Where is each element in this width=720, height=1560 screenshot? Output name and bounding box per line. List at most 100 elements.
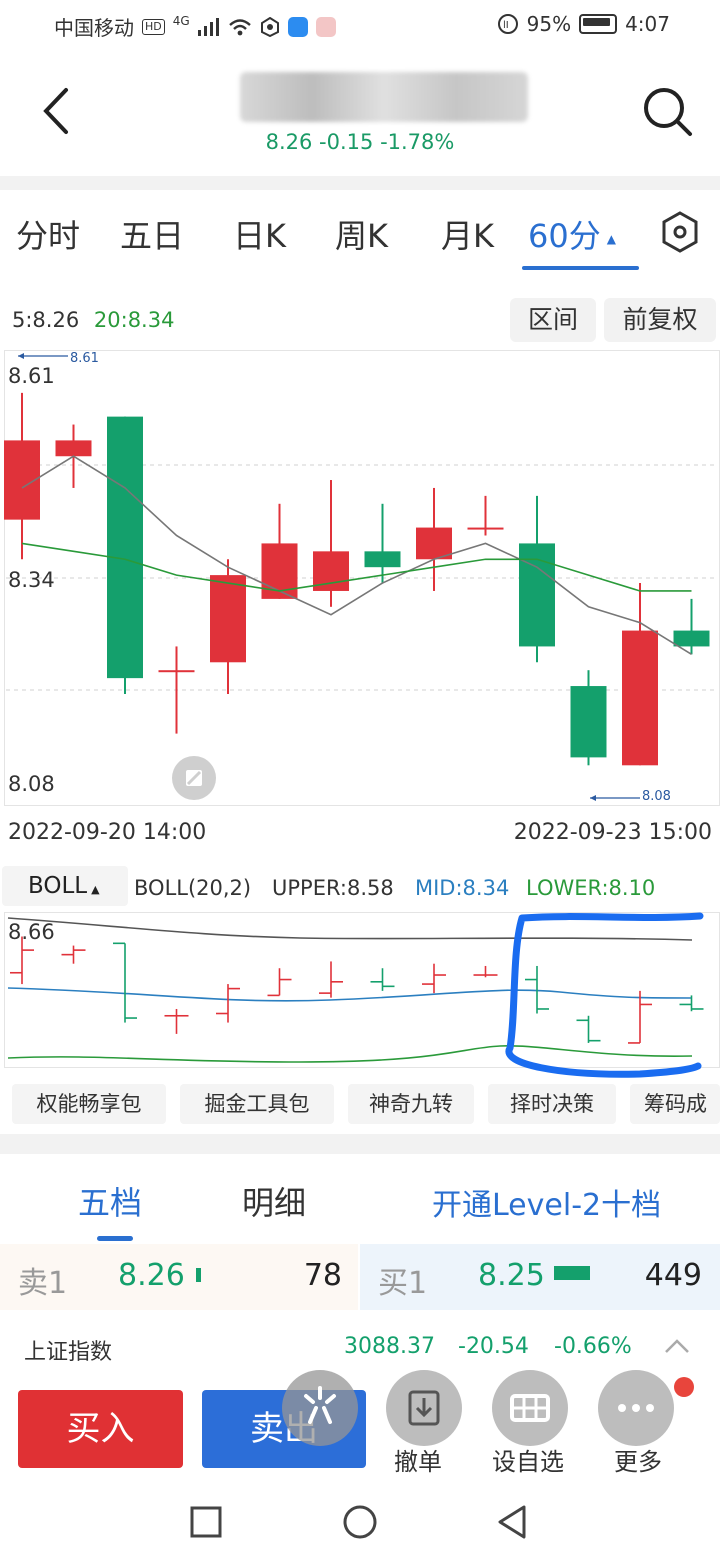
buy1-volume-bar: [554, 1266, 590, 1280]
x-start-label: 2022-09-20 14:00: [8, 820, 207, 845]
buy-level-1[interactable]: 买1 8.25 449: [360, 1244, 720, 1310]
float-assistant-button[interactable]: [282, 1370, 358, 1446]
index-value: 3088.37: [344, 1334, 435, 1359]
network-label: 4G: [172, 13, 190, 28]
max-price-marker: 8.61: [70, 351, 99, 366]
candle-body-8: [416, 527, 452, 560]
boll-axis-top: 8.66: [8, 920, 55, 944]
boll-legend: BOLL ▲ BOLL(20,2) UPPER:8.58 MID:8.34 LOW…: [0, 866, 720, 910]
buy1-price: 8.25: [478, 1258, 545, 1293]
tab-five-levels[interactable]: 五档: [78, 1178, 142, 1224]
wifi-icon: [228, 18, 251, 35]
notification-dot: [674, 1377, 694, 1397]
min-price-marker: 8.08: [642, 789, 671, 804]
tool-button-juejin[interactable]: 掘金工具包: [180, 1084, 334, 1124]
tab-detail[interactable]: 明细: [242, 1178, 306, 1224]
recents-icon[interactable]: [190, 1506, 222, 1538]
add-watchlist-button[interactable]: [492, 1370, 568, 1446]
sell1-price: 8.26: [118, 1258, 185, 1293]
tool-button-jiuzhuan[interactable]: 神奇九转: [348, 1084, 474, 1124]
index-name: 上证指数: [24, 1340, 113, 1365]
add-watchlist-label: 设自选: [492, 1448, 564, 1476]
expand-icon[interactable]: [172, 756, 216, 800]
system-nav-bar: [0, 1488, 720, 1560]
x-end-label: 2022-09-23 15:00: [513, 820, 712, 845]
tool-button-chouma[interactable]: 筹码成: [630, 1084, 720, 1124]
section-divider-2: [0, 1134, 720, 1154]
candle-body-12: [622, 630, 658, 766]
notification-icon: [260, 16, 279, 37]
candle-body-4: [210, 575, 246, 663]
y-label-bottom: 8.08: [8, 772, 55, 796]
battery-percent: 95%: [526, 12, 572, 36]
candle-body-7: [364, 551, 401, 568]
tab-60min[interactable]: 60分 ▲: [528, 211, 616, 257]
stock-name-blurred: [240, 72, 528, 122]
back-arrow-icon[interactable]: [38, 86, 78, 136]
adjust-button[interactable]: 前复权: [604, 298, 716, 342]
buy-button[interactable]: 买入: [18, 1390, 183, 1468]
dropdown-triangle-icon: ▲: [91, 883, 100, 896]
cancel-order-icon: [408, 1390, 440, 1426]
chevron-up-icon[interactable]: [664, 1338, 690, 1354]
tab-day-k[interactable]: 日K: [233, 211, 286, 257]
index-percent: -0.66%: [554, 1334, 632, 1359]
orderbook-tabs: 五档 明细 开通Level-2十档: [0, 1160, 720, 1240]
ma20-value: 20:8.34: [93, 308, 175, 332]
candle-body-11: [570, 686, 607, 758]
cancel-order-button[interactable]: [386, 1370, 462, 1446]
candle-body-9: [467, 527, 504, 530]
battery-icon: [579, 14, 618, 34]
candle-body-1: [55, 440, 92, 457]
app-notification-icon: [287, 16, 308, 37]
hd-badge: HD: [142, 18, 165, 35]
home-icon[interactable]: [342, 1504, 378, 1540]
stock-quote: 8.26 -0.15 -1.78%: [265, 130, 455, 154]
sell1-volume-bar: [196, 1268, 201, 1282]
tool-button-zeshi[interactable]: 择时决策: [488, 1084, 616, 1124]
more-button[interactable]: [598, 1370, 674, 1446]
active-tab-underline: [522, 266, 639, 270]
candle-body-2: [107, 416, 143, 679]
active-tab-underline-2: [97, 1236, 133, 1241]
orderbook-level-1: 卖1 8.26 78 买1 8.25 449: [0, 1244, 720, 1310]
sell-level-1[interactable]: 卖1 8.26 78: [0, 1244, 358, 1310]
boll-mid: MID:8.34: [415, 876, 510, 900]
boll-mid-line: [7, 987, 693, 1002]
tab-minute[interactable]: 分时: [16, 211, 80, 257]
kline-chart[interactable]: [0, 350, 720, 806]
data-saver-icon: lI: [497, 14, 518, 34]
sell1-volume: 78: [303, 1258, 342, 1293]
status-bar: 中国移动 HD 4G lI 95% 4:07: [0, 0, 720, 50]
search-icon[interactable]: [640, 84, 694, 138]
app-notification-icon-2: [315, 16, 336, 37]
tab-month-k[interactable]: 月K: [441, 211, 494, 257]
more-label: 更多: [614, 1448, 662, 1476]
tab-week-k[interactable]: 周K: [335, 211, 388, 257]
boll-chart[interactable]: [0, 912, 720, 1082]
more-dots-icon: [618, 1404, 654, 1412]
back-triangle-icon[interactable]: [496, 1504, 528, 1540]
boll-lower-line: [7, 1045, 693, 1063]
grid-icon: [510, 1394, 550, 1422]
ma-legend: 5:8.26 20:8.34: [12, 308, 174, 332]
candle-body-3: [158, 670, 195, 673]
cancel-order-label: 撤单: [394, 1448, 442, 1476]
boll-selector[interactable]: BOLL ▲: [2, 866, 128, 906]
tab-five-day[interactable]: 五日: [120, 211, 184, 257]
boll-params: BOLL(20,2): [134, 876, 252, 900]
tab-60min-label: 60分: [528, 217, 601, 255]
y-label-mid: 8.34: [8, 568, 55, 592]
signal-icon: [197, 17, 219, 36]
ma5-value: 5:8.26: [12, 308, 80, 332]
max-arrow-head: [18, 353, 24, 359]
index-ticker[interactable]: 上证指数 3088.37 -20.54 -0.66%: [0, 1322, 720, 1374]
level2-link[interactable]: 开通Level-2十档: [432, 1180, 661, 1224]
min-arrow-head: [590, 795, 596, 801]
sell1-label: 卖1: [18, 1266, 68, 1301]
boll-upper: UPPER:8.58: [272, 876, 394, 900]
settings-hexagon-icon[interactable]: [660, 210, 700, 254]
tool-button-quanneng[interactable]: 权能畅享包: [12, 1084, 166, 1124]
range-button[interactable]: 区间: [510, 298, 596, 342]
candle-body-13: [673, 630, 710, 647]
